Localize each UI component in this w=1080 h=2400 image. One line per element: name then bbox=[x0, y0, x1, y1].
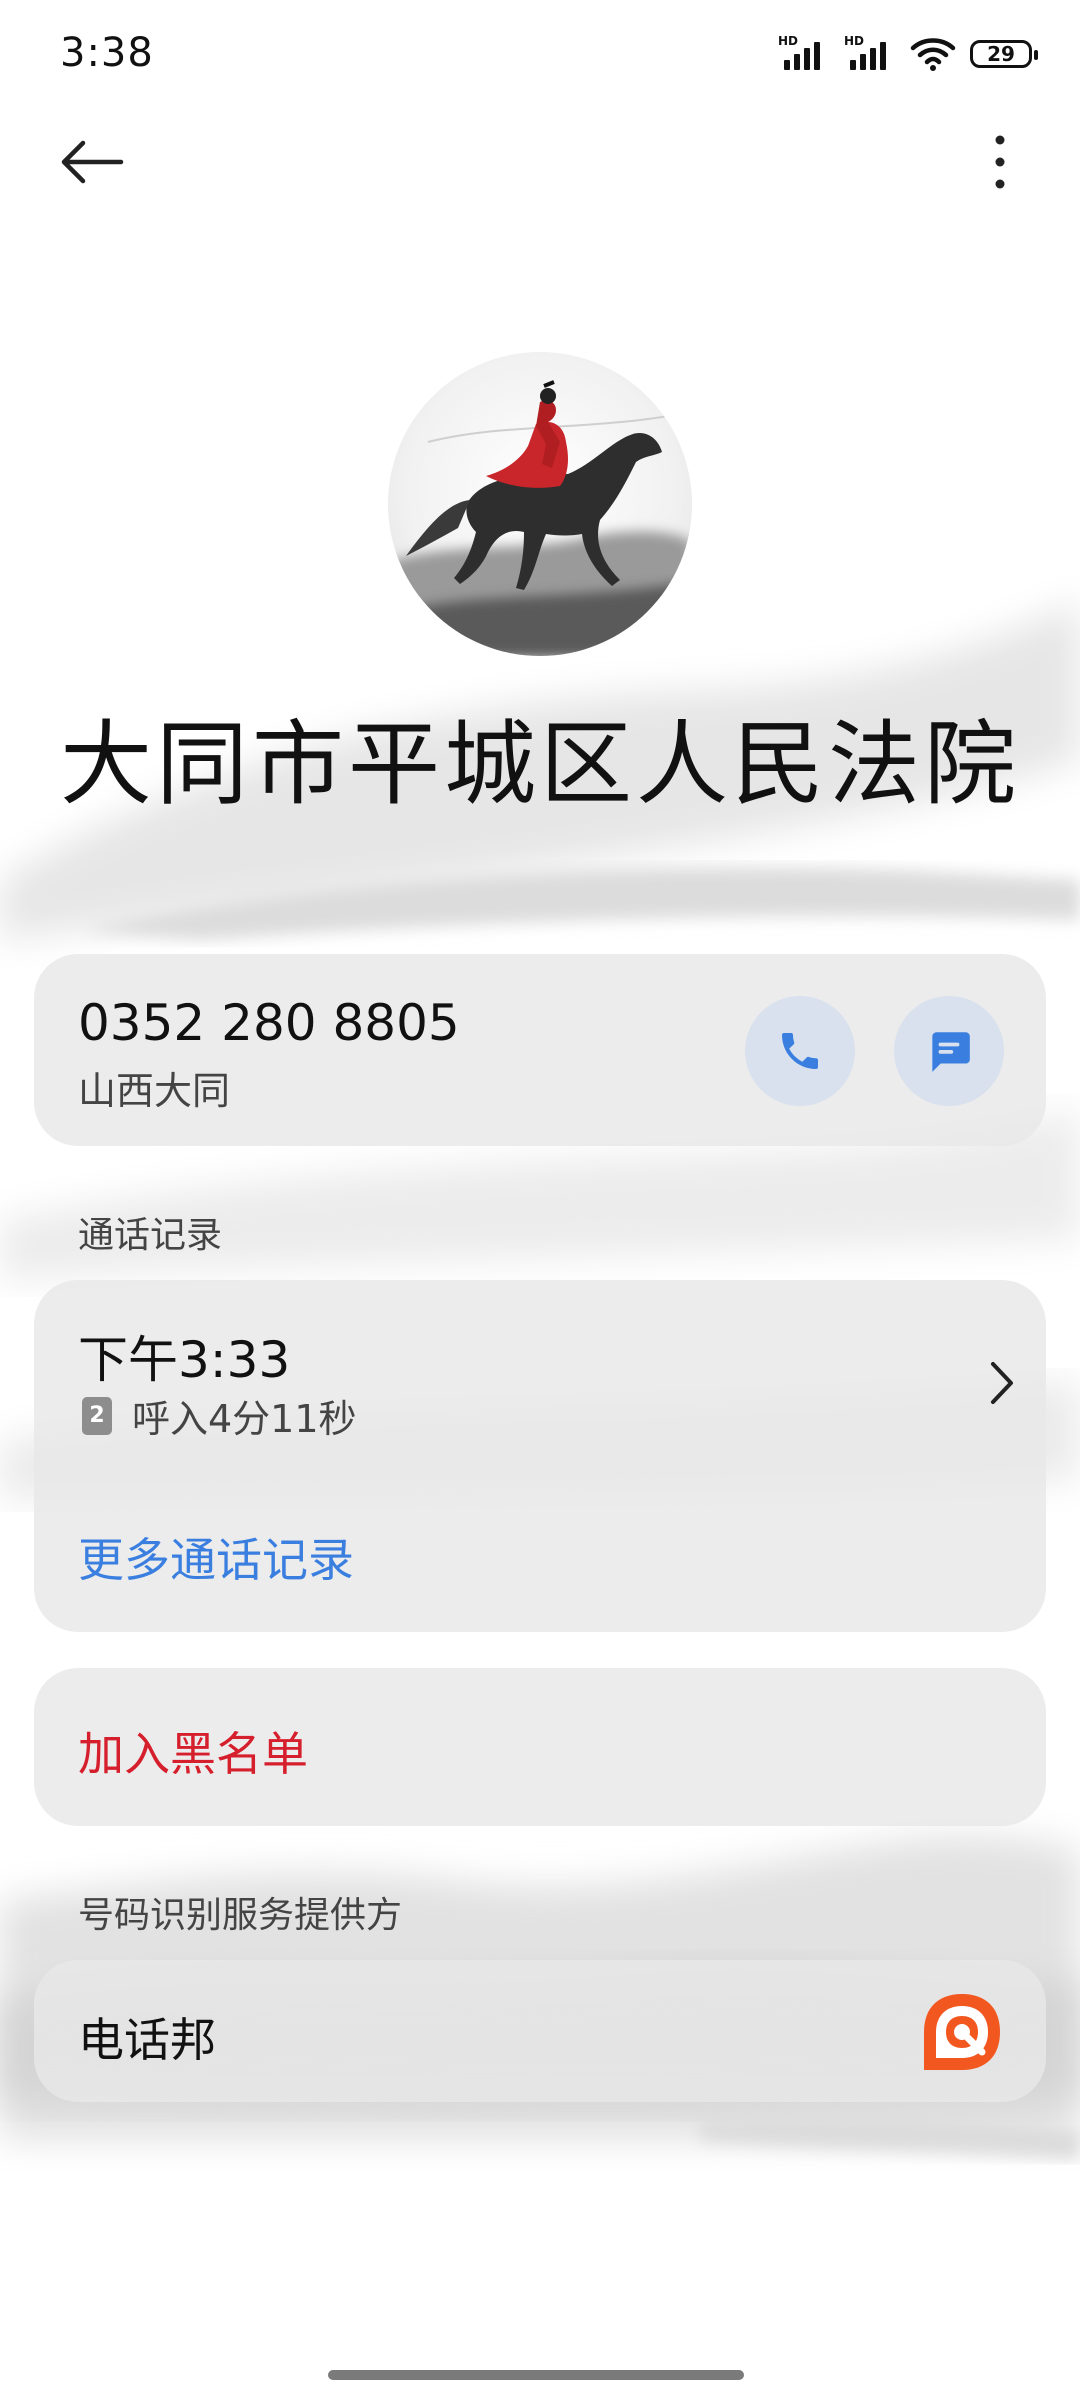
call-log-open-button[interactable] bbox=[972, 1348, 1032, 1418]
home-indicator[interactable] bbox=[328, 2370, 744, 2380]
phone-number[interactable]: 0352 280 8805 bbox=[78, 994, 460, 1052]
message-icon bbox=[932, 1032, 970, 1072]
message-button[interactable] bbox=[894, 996, 1004, 1106]
provider-section-label: 号码识别服务提供方 bbox=[78, 1895, 403, 1936]
phone-number-card: 0352 280 8805 山西大同 bbox=[34, 954, 1046, 1146]
horse-rider-illustration bbox=[388, 380, 692, 656]
dianhuabang-logo-icon bbox=[924, 1994, 1000, 2070]
phone-icon bbox=[782, 1033, 818, 1069]
block-card[interactable]: 加入黑名单 bbox=[34, 1668, 1046, 1826]
status-icons: HD HD 29 bbox=[778, 34, 1038, 74]
contact-name: 大同市平城区人民法院 bbox=[59, 711, 1020, 818]
call-log-card: 下午3:33 2 呼入4分11秒 更多通话记录 bbox=[34, 1280, 1046, 1632]
signal-sim1-icon: HD bbox=[778, 34, 830, 74]
call-button[interactable] bbox=[745, 996, 855, 1106]
more-call-log-link[interactable]: 更多通话记录 bbox=[78, 1524, 354, 1590]
call-log-time[interactable]: 下午3:33 bbox=[78, 1320, 290, 1392]
add-to-blacklist-button[interactable]: 加入黑名单 bbox=[78, 1718, 308, 1784]
call-log-detail: 呼入4分11秒 bbox=[132, 1397, 357, 1441]
status-bar: 3:38 HD HD 29 bbox=[0, 0, 1080, 110]
provider-card[interactable]: 电话邦 bbox=[34, 1960, 1046, 2102]
chevron-right-icon bbox=[991, 1362, 1013, 1404]
wifi-icon bbox=[910, 38, 956, 71]
phone-location: 山西大同 bbox=[78, 1069, 231, 1113]
arrow-left-icon bbox=[61, 140, 124, 184]
provider-name: 电话邦 bbox=[78, 2013, 216, 2067]
battery-indicator: 29 bbox=[970, 40, 1038, 68]
signal-sim2-icon: HD bbox=[844, 34, 896, 74]
call-log-detail-row: 2 呼入4分11秒 bbox=[82, 1388, 357, 1443]
more-options-button[interactable] bbox=[960, 122, 1040, 202]
more-vertical-icon bbox=[995, 135, 1005, 189]
call-log-section-label: 通话记录 bbox=[78, 1215, 223, 1256]
back-button[interactable] bbox=[52, 122, 132, 202]
sim-slot-icon: 2 bbox=[82, 1396, 112, 1435]
status-time: 3:38 bbox=[60, 30, 154, 76]
contact-avatar bbox=[388, 352, 692, 656]
